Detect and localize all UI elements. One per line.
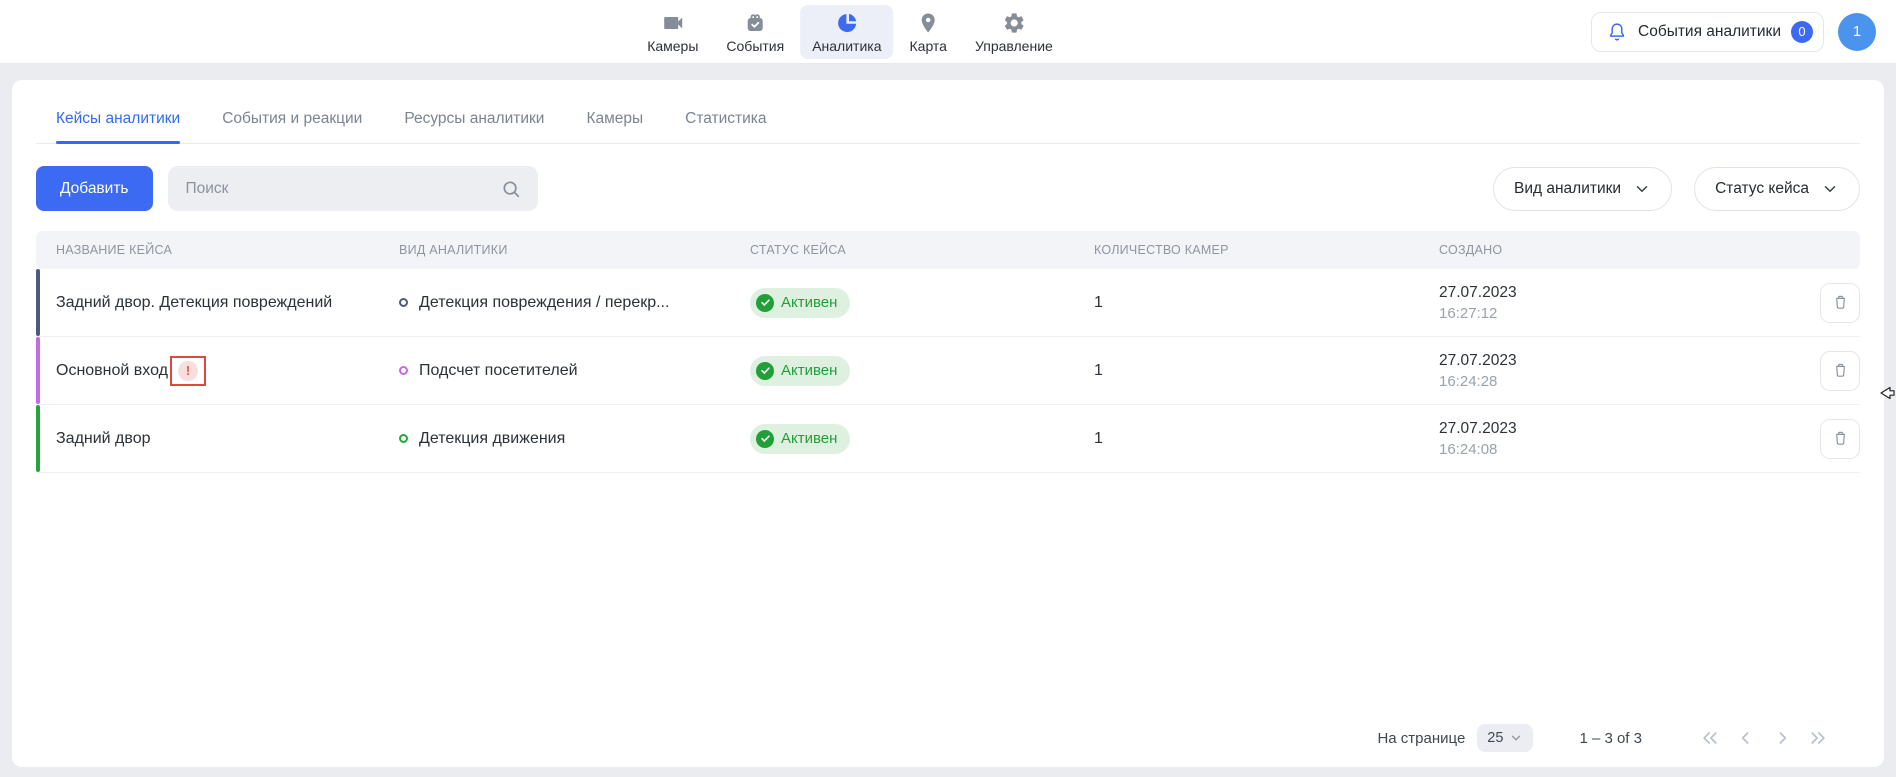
tab-cameras[interactable]: Камеры <box>586 88 643 143</box>
warning-highlight-box: ! <box>170 356 206 386</box>
nav-item-management[interactable]: Управление <box>963 5 1065 59</box>
analytics-type: Подсчет посетителей <box>399 362 750 380</box>
tab-events-reactions[interactable]: События и реакции <box>222 88 362 143</box>
nav-label: События <box>726 38 784 54</box>
mouse-cursor <box>1880 386 1895 400</box>
prev-page-icon[interactable] <box>1736 728 1756 748</box>
top-bar-right: События аналитики 0 1 <box>1591 12 1876 52</box>
col-camera-count: КОЛИЧЕСТВО КАМЕР <box>1094 243 1439 257</box>
status-badge: Активен <box>750 424 850 454</box>
analytics-pie-icon <box>835 11 859 35</box>
analytics-events-button[interactable]: События аналитики 0 <box>1591 12 1824 52</box>
case-name: Задний двор. Детекция повреждений <box>56 294 399 312</box>
check-circle-icon <box>756 430 774 448</box>
bell-icon <box>1606 21 1628 43</box>
tab-analytics-resources[interactable]: Ресурсы аналитики <box>404 88 544 143</box>
add-button[interactable]: Добавить <box>36 166 153 211</box>
analytics-type: Детекция движения <box>399 430 750 448</box>
nav-label: Управление <box>975 38 1053 54</box>
case-name: Задний двор <box>56 430 399 448</box>
main-nav: Камеры События Аналитика Карта Управлени… <box>635 0 1065 64</box>
nav-item-events[interactable]: События <box>714 5 796 59</box>
cases-table: НАЗВАНИЕ КЕЙСА ВИД АНАЛИТИКИ СТАТУС КЕЙС… <box>36 231 1860 473</box>
per-page-select[interactable]: 25 <box>1477 724 1533 752</box>
chevron-down-icon <box>1509 731 1523 745</box>
tabs-bar: Кейсы аналитики События и реакции Ресурс… <box>36 88 1860 144</box>
map-pin-icon <box>916 11 940 35</box>
nav-label: Камеры <box>647 38 698 54</box>
type-dot-icon <box>399 434 408 443</box>
analytics-type: Детекция повреждения / перекр... <box>399 294 750 312</box>
case-name: Основной вход ! <box>56 356 399 386</box>
col-case-status: СТАТУС КЕЙСА <box>750 243 1094 257</box>
search-input[interactable] <box>184 179 500 199</box>
search-field[interactable] <box>168 166 538 211</box>
created-cell: 27.07.2023 16:24:28 <box>1439 352 1804 390</box>
chevron-down-icon <box>1821 180 1839 198</box>
case-status-filter[interactable]: Статус кейса <box>1694 167 1860 211</box>
tab-statistics[interactable]: Статистика <box>685 88 766 143</box>
nav-item-analytics[interactable]: Аналитика <box>800 5 893 59</box>
row-accent-bar <box>36 405 40 472</box>
search-icon[interactable] <box>500 178 522 200</box>
col-case-name: НАЗВАНИЕ КЕЙСА <box>56 243 399 257</box>
gear-icon <box>1002 11 1026 35</box>
analytics-type-filter[interactable]: Вид аналитики <box>1493 167 1672 211</box>
warning-icon: ! <box>178 361 198 381</box>
created-cell: 27.07.2023 16:27:12 <box>1439 284 1804 322</box>
nav-item-map[interactable]: Карта <box>898 5 959 59</box>
col-created: СОЗДАНО <box>1439 243 1804 257</box>
delete-button[interactable] <box>1820 283 1860 323</box>
table-header: НАЗВАНИЕ КЕЙСА ВИД АНАЛИТИКИ СТАТУС КЕЙС… <box>36 231 1860 269</box>
created-cell: 27.07.2023 16:24:08 <box>1439 420 1804 458</box>
avatar[interactable]: 1 <box>1838 13 1876 51</box>
toolbar: Добавить Вид аналитики Статус кейса <box>36 166 1860 211</box>
camera-icon <box>661 11 685 35</box>
page-range-label: 1 – 3 of 3 <box>1579 730 1642 747</box>
events-count-badge: 0 <box>1791 21 1813 43</box>
table-row[interactable]: Основной вход ! Подсчет посетителей Акти… <box>36 337 1860 405</box>
top-bar: Камеры События Аналитика Карта Управлени… <box>0 0 1896 64</box>
camera-count: 1 <box>1094 362 1439 380</box>
nav-item-cameras[interactable]: Камеры <box>635 5 710 59</box>
next-page-icon[interactable] <box>1772 728 1792 748</box>
camera-count: 1 <box>1094 294 1439 312</box>
table-row[interactable]: Задний двор Детекция движения Активен 1 … <box>36 405 1860 473</box>
camera-count: 1 <box>1094 430 1439 448</box>
per-page-label: На странице <box>1377 730 1465 747</box>
status-badge: Активен <box>750 288 850 318</box>
delete-button[interactable] <box>1820 351 1860 391</box>
status-badge: Активен <box>750 356 850 386</box>
nav-label: Карта <box>910 38 947 54</box>
first-page-icon[interactable] <box>1700 728 1720 748</box>
last-page-icon[interactable] <box>1808 728 1828 748</box>
tab-analytics-cases[interactable]: Кейсы аналитики <box>56 88 180 143</box>
pager-controls <box>1700 728 1828 748</box>
delete-button[interactable] <box>1820 419 1860 459</box>
analytics-type-filter-label: Вид аналитики <box>1514 180 1621 198</box>
type-dot-icon <box>399 298 408 307</box>
analytics-events-label: События аналитики <box>1638 23 1781 41</box>
nav-label: Аналитика <box>812 38 881 54</box>
chevron-down-icon <box>1633 180 1651 198</box>
filters: Вид аналитики Статус кейса <box>1493 167 1860 211</box>
case-status-filter-label: Статус кейса <box>1715 180 1809 198</box>
analytics-cases-panel: Кейсы аналитики События и реакции Ресурс… <box>12 80 1884 767</box>
row-accent-bar <box>36 269 40 336</box>
check-circle-icon <box>756 362 774 380</box>
row-accent-bar <box>36 337 40 404</box>
table-row[interactable]: Задний двор. Детекция повреждений Детекц… <box>36 269 1860 337</box>
type-dot-icon <box>399 366 408 375</box>
col-analytics-type: ВИД АНАЛИТИКИ <box>399 243 750 257</box>
check-circle-icon <box>756 294 774 312</box>
pagination: На странице 25 1 – 3 of 3 <box>1377 713 1828 763</box>
events-icon <box>743 11 767 35</box>
